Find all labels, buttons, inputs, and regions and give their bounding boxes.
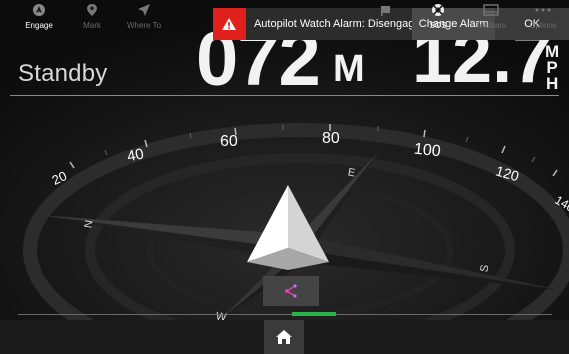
- toolbar-flag[interactable]: [374, 0, 398, 34]
- navigation-arrow-icon: [138, 4, 150, 16]
- share-icon: [285, 284, 297, 298]
- heading-unit-letter: M: [333, 47, 365, 90]
- compass-cardinal-w: W: [215, 310, 228, 320]
- speed-unit: M P H: [545, 43, 559, 94]
- toolbar-label: Engage: [25, 21, 53, 30]
- home-button[interactable]: [264, 320, 304, 354]
- scale-label-60: 60: [220, 133, 238, 150]
- scale-label-40: 40: [126, 145, 146, 165]
- timeline-progress: [292, 312, 336, 316]
- scale-label-100: 100: [413, 141, 441, 161]
- toolbar-label: Toolbars: [475, 21, 507, 30]
- timeline-track: [18, 314, 552, 315]
- autopilot-screen: N E S W 20 40 60 80 100 120 140 Standby …: [0, 0, 569, 354]
- engage-icon: [33, 4, 45, 16]
- flag-icon: [381, 6, 390, 16]
- toolbar-toolbars[interactable]: Toolbars: [472, 0, 510, 34]
- toolbar-label: Where To: [126, 21, 162, 30]
- toolbar-sos[interactable]: SOS: [424, 0, 452, 34]
- toolbar-mark[interactable]: Mark: [78, 0, 106, 34]
- toolbar-label: Mark: [83, 21, 101, 30]
- toolbar-label: Options: [529, 21, 557, 30]
- home-icon: [276, 330, 292, 344]
- toolbars-icon: [483, 4, 499, 16]
- toolbar-options[interactable]: Options: [526, 0, 560, 34]
- toolbar-where-to[interactable]: Where To: [124, 0, 164, 34]
- warning-triangle-icon: [213, 8, 246, 40]
- toolbar-engage[interactable]: Engage: [22, 0, 56, 34]
- more-options-icon: [535, 8, 551, 12]
- speed-unit-letter: H: [545, 74, 559, 94]
- autopilot-mode: Standby: [18, 60, 108, 87]
- lifebuoy-icon: [432, 4, 444, 16]
- toolbar-label: SOS: [429, 21, 447, 30]
- map-pin-icon: [87, 4, 97, 16]
- share-button[interactable]: [263, 276, 319, 306]
- scale-label-80: 80: [322, 130, 340, 147]
